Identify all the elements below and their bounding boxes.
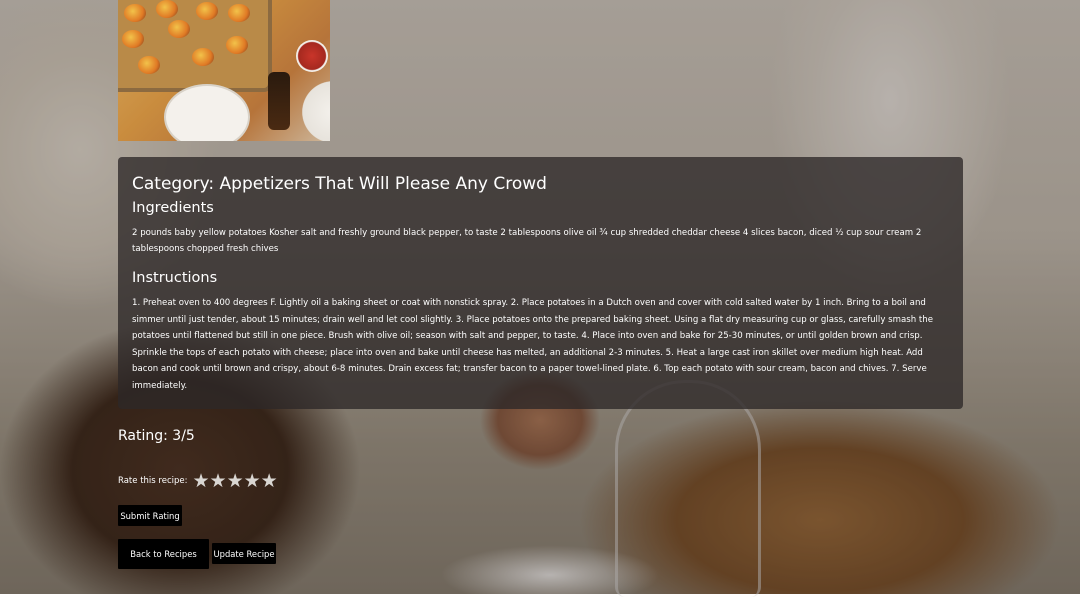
star-5-icon[interactable]: ★ (261, 471, 278, 491)
ingredients-text: 2 pounds baby yellow potatoes Kosher sal… (132, 228, 922, 254)
rate-recipe-label: Rate this recipe: (118, 476, 188, 486)
back-to-recipes-button[interactable]: Back to Recipes (118, 539, 209, 569)
potato-bite (196, 2, 218, 20)
star-4-icon[interactable]: ★ (244, 471, 261, 491)
recipe-details-content: Category: Appetizers That Will Please An… (132, 173, 950, 395)
potato-bite (192, 48, 214, 66)
potato-bite (228, 4, 250, 22)
rate-recipe-row: Rate this recipe: ★ ★ ★ ★ ★ (118, 471, 278, 491)
current-rating: Rating: 3/5 (118, 428, 195, 444)
recipe-details-card: Category: Appetizers That Will Please An… (118, 157, 963, 409)
submit-rating-button[interactable]: Submit Rating (118, 505, 182, 526)
sauce-bowl (296, 40, 328, 72)
plate (164, 84, 250, 141)
instructions-text: 1. Preheat oven to 400 degrees F. Lightl… (132, 298, 934, 391)
star-3-icon[interactable]: ★ (227, 471, 244, 491)
star-1-icon[interactable]: ★ (192, 471, 209, 491)
recipe-category: Category: Appetizers That Will Please An… (132, 174, 547, 194)
potato-bite (124, 4, 146, 22)
potato-bite (226, 36, 248, 54)
potato-bite (168, 20, 190, 38)
ingredients-heading: Ingredients (132, 200, 214, 216)
potato-bite (138, 56, 160, 74)
instructions-heading: Instructions (132, 270, 218, 286)
bottle (268, 72, 290, 130)
update-recipe-button[interactable]: Update Recipe (212, 543, 276, 564)
potato-bite (156, 0, 178, 18)
potato-bite (122, 30, 144, 48)
recipe-photo (118, 0, 330, 141)
star-2-icon[interactable]: ★ (210, 471, 227, 491)
